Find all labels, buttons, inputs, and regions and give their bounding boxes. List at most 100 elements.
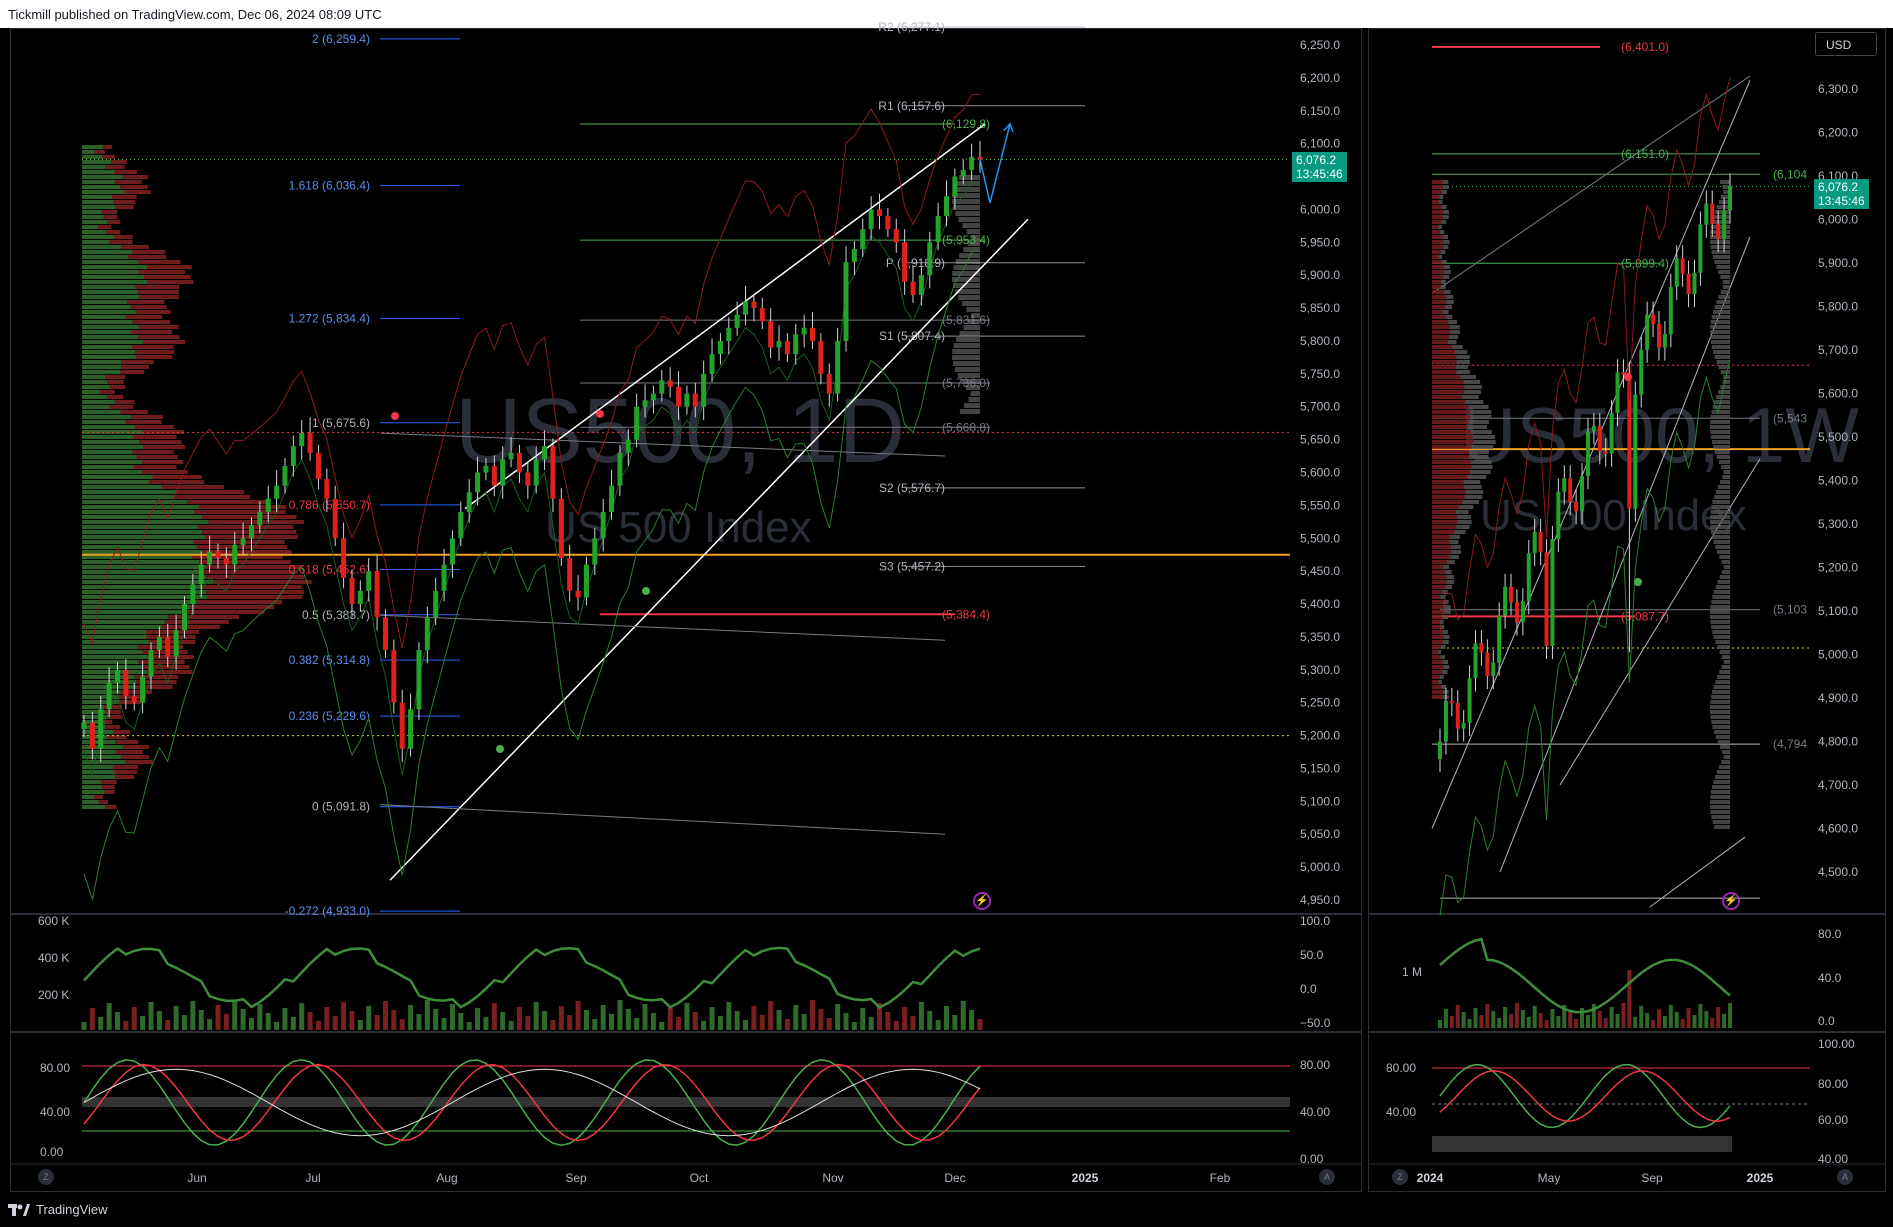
weekly-volume-bar bbox=[1449, 1016, 1454, 1028]
left-time-tick: Feb bbox=[1210, 1171, 1231, 1185]
right-zoom-reset-icon[interactable]: Z bbox=[1392, 1169, 1408, 1185]
candle-body bbox=[818, 340, 824, 374]
volume-profile-down-bar bbox=[126, 315, 163, 319]
volume-bar bbox=[449, 1004, 455, 1030]
left-price-tick: 5,750.0 bbox=[1300, 367, 1340, 381]
weekly-candle-body bbox=[1443, 700, 1448, 742]
candle-body bbox=[81, 722, 87, 729]
left-time-tick: Nov bbox=[822, 1171, 843, 1185]
volume-profile-down-bar bbox=[186, 610, 265, 614]
volume-profile-down-bar bbox=[206, 565, 301, 569]
tradingview-mark-icon bbox=[8, 1203, 30, 1216]
weekly-candle-body bbox=[1497, 615, 1502, 663]
volume-bar bbox=[885, 1012, 891, 1030]
weekly-profile-down bbox=[1432, 450, 1469, 454]
weekly-volume-bar bbox=[1509, 1014, 1514, 1028]
session-volume-bar bbox=[953, 265, 980, 270]
weekly-profile-down bbox=[1432, 570, 1445, 574]
currency-button[interactable]: USD bbox=[1815, 32, 1877, 56]
weekly-profile-down bbox=[1432, 290, 1444, 294]
chart-canvas[interactable]: US500, 1D US 500 Index US500, 1W US 500 … bbox=[0, 0, 1893, 1227]
left-time-tick: Jul bbox=[305, 1171, 320, 1185]
right-auto-scale-icon[interactable]: A bbox=[1837, 1169, 1853, 1185]
volume-profile-up-bar bbox=[82, 200, 114, 204]
volume-profile-down-bar bbox=[120, 370, 145, 374]
weekly-session-volume bbox=[1720, 370, 1730, 374]
volume-bar bbox=[131, 1007, 137, 1030]
right-rsi-tick: 80.0 bbox=[1818, 927, 1842, 941]
volume-profile-down-bar bbox=[164, 620, 229, 624]
volume-bar bbox=[357, 1020, 363, 1030]
session-volume-bar bbox=[966, 307, 980, 312]
volume-profile-up-bar bbox=[82, 285, 136, 289]
weekly-session-volume bbox=[1710, 240, 1730, 244]
weekly-profile-neutral bbox=[1450, 330, 1460, 334]
weekly-session-volume bbox=[1710, 610, 1730, 614]
volume-profile-down-bar bbox=[125, 420, 162, 424]
volume-bar bbox=[583, 1010, 589, 1030]
weekly-volume-bar bbox=[1497, 1018, 1502, 1028]
weekly-candle-body bbox=[1574, 502, 1579, 512]
weekly-session-volume bbox=[1717, 550, 1730, 554]
volume-bar bbox=[408, 1005, 414, 1030]
left-zoom-reset-icon[interactable]: Z bbox=[38, 1169, 54, 1185]
weekly-volume-bar bbox=[1710, 1018, 1715, 1028]
candle-body bbox=[215, 551, 221, 558]
weekly-profile-neutral bbox=[1441, 190, 1448, 194]
volume-profile-down-bar bbox=[137, 290, 179, 294]
weekly-session-volume bbox=[1710, 715, 1730, 719]
left-flash-icon[interactable]: ⚡ bbox=[973, 892, 991, 910]
volume-profile-up-bar bbox=[82, 190, 125, 194]
right-flash-icon[interactable]: ⚡ bbox=[1722, 892, 1740, 910]
candle-body bbox=[106, 682, 112, 710]
left-auto-scale-icon[interactable]: A bbox=[1319, 1169, 1335, 1185]
candle-body bbox=[257, 511, 263, 526]
volume-profile-up-bar bbox=[82, 770, 115, 774]
weekly-profile-neutral bbox=[1444, 570, 1452, 574]
volume-profile-up-bar bbox=[82, 280, 148, 284]
weekly-profile-neutral bbox=[1447, 340, 1457, 344]
weekly-session-volume bbox=[1718, 390, 1730, 394]
volume-bar bbox=[558, 1006, 564, 1030]
volume-bar bbox=[114, 1012, 120, 1030]
volume-bar bbox=[793, 1005, 799, 1030]
weekly-session-volume bbox=[1710, 340, 1730, 344]
volume-profile-up-bar bbox=[82, 170, 115, 174]
volume-bar bbox=[525, 1016, 531, 1030]
weekly-profile-neutral bbox=[1458, 505, 1474, 509]
volume-bar bbox=[826, 1018, 832, 1030]
volume-profile-down-bar bbox=[102, 155, 116, 159]
weekly-volume-bar bbox=[1639, 1006, 1644, 1028]
weekly-profile-neutral bbox=[1438, 200, 1443, 204]
volume-profile-up-bar bbox=[82, 410, 121, 414]
candle-body bbox=[910, 281, 916, 295]
weekly-profile-neutral bbox=[1441, 685, 1447, 689]
volume-profile-up-bar bbox=[82, 620, 165, 624]
weekly-profile-down bbox=[1432, 350, 1455, 354]
candle-body bbox=[952, 176, 958, 197]
projection-arrow bbox=[979, 123, 1011, 204]
weekly-profile-neutral bbox=[1470, 410, 1492, 414]
buy-signal-dot bbox=[496, 745, 504, 753]
right-price-tick: 5,900.0 bbox=[1818, 256, 1858, 270]
tradingview-brand: TradingView bbox=[36, 1202, 108, 1217]
candle-body bbox=[408, 709, 414, 749]
volume-profile-up-bar bbox=[82, 460, 143, 464]
volume-profile-up-bar bbox=[82, 570, 200, 574]
volume-bar bbox=[860, 1008, 866, 1030]
weekly-profile-down bbox=[1432, 260, 1442, 264]
weekly-profile-down bbox=[1432, 660, 1443, 664]
weekly-profile-down bbox=[1432, 675, 1440, 679]
volume-bar bbox=[776, 1010, 782, 1030]
volume-profile-down-bar bbox=[132, 345, 174, 349]
weekly-session-volume bbox=[1710, 515, 1730, 519]
candle-body bbox=[315, 452, 321, 480]
candle-body bbox=[717, 340, 723, 355]
weekly-level-label: (4,794 bbox=[1773, 737, 1807, 751]
weekly-profile-neutral bbox=[1472, 435, 1496, 439]
weekly-session-volume bbox=[1722, 380, 1730, 384]
weekly-volume-bar bbox=[1645, 1013, 1650, 1028]
weekly-volume-bar bbox=[1574, 1019, 1579, 1028]
volume-profile-up-bar bbox=[82, 205, 115, 209]
candle-body bbox=[374, 571, 380, 618]
